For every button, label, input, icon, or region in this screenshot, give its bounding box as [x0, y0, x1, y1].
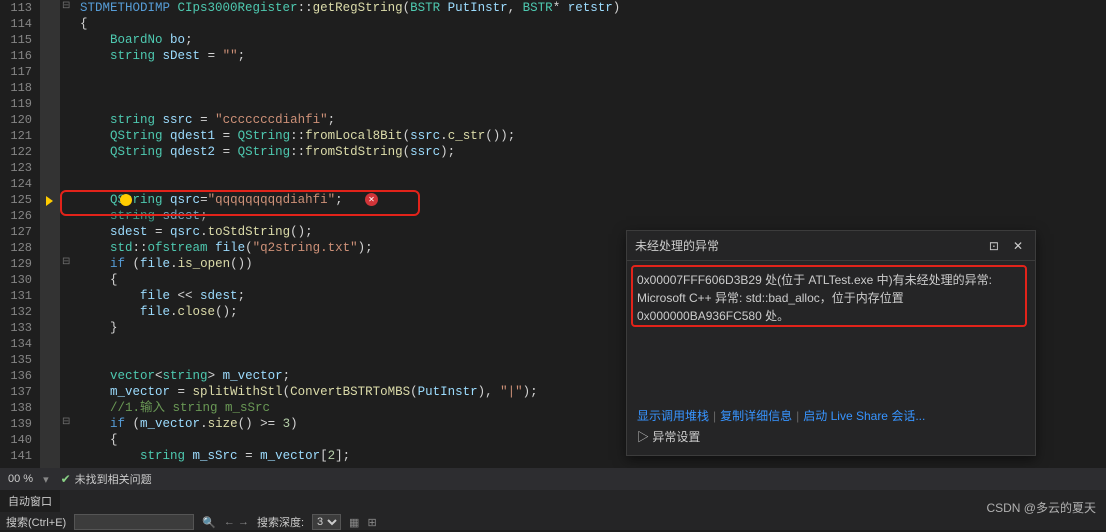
search-label: 搜索(Ctrl+E)	[6, 514, 66, 530]
fold-minus-icon[interactable]: ⊟	[62, 416, 70, 428]
exception-line: 0x00007FFF606D3B29 处(位于 ATLTest.exe 中)有未…	[637, 271, 1025, 289]
toolbar-icon[interactable]: ▦	[349, 516, 359, 529]
execution-pointer-icon	[46, 196, 53, 206]
status-bar: 00 % ▾ ✔ 未找到相关问题	[0, 468, 1106, 490]
dropdown-icon[interactable]: ▾	[43, 473, 49, 486]
fold-minus-icon[interactable]: ⊟	[62, 256, 70, 268]
toolbar-icon[interactable]: ⊞	[367, 516, 376, 529]
auto-window-panel: 自动窗口 搜索(Ctrl+E) 🔍 ← → 搜索深度: 3 ▦ ⊞	[0, 490, 1106, 530]
exception-line: Microsoft C++ 异常: std::bad_alloc，位于内存位置	[637, 289, 1025, 307]
error-stop-icon	[365, 193, 378, 206]
ok-check-icon: ✔	[61, 472, 71, 486]
breakpoint-gutter[interactable]	[40, 0, 60, 470]
exception-popup: 未经处理的异常 ⊡ ✕ 0x00007FFF606D3B29 处(位于 ATLT…	[626, 230, 1036, 456]
pin-icon[interactable]: ⊡	[985, 239, 1003, 253]
fold-minus-icon[interactable]: ⊟	[62, 0, 70, 12]
issues-text[interactable]: 未找到相关问题	[75, 471, 152, 487]
show-callstack-link[interactable]: 显示调用堆栈	[637, 409, 709, 423]
popup-title: 未经处理的异常	[635, 237, 719, 254]
copy-details-link[interactable]: 复制详细信息	[720, 409, 792, 423]
search-icon[interactable]: 🔍	[202, 516, 216, 529]
lightbulb-icon[interactable]	[120, 194, 132, 206]
exception-settings-expand[interactable]: ▷ 异常设置	[637, 428, 1025, 445]
zoom-level[interactable]: 00 %	[8, 473, 33, 485]
line-number-gutter: 113114115 116117118 119120121 122123124 …	[0, 0, 40, 470]
search-input[interactable]	[74, 514, 194, 530]
search-depth-select[interactable]: 3	[312, 514, 341, 530]
auto-window-tab[interactable]: 自动窗口	[0, 490, 60, 512]
live-share-link[interactable]: 启动 Live Share 会话...	[803, 409, 925, 423]
search-depth-label: 搜索深度:	[257, 514, 304, 530]
close-icon[interactable]: ✕	[1009, 239, 1027, 253]
fold-gutter[interactable]: ⊟ ⊟ ⊟	[60, 0, 76, 470]
exception-line: 0x000000BA936FC580 处。	[637, 307, 1025, 325]
